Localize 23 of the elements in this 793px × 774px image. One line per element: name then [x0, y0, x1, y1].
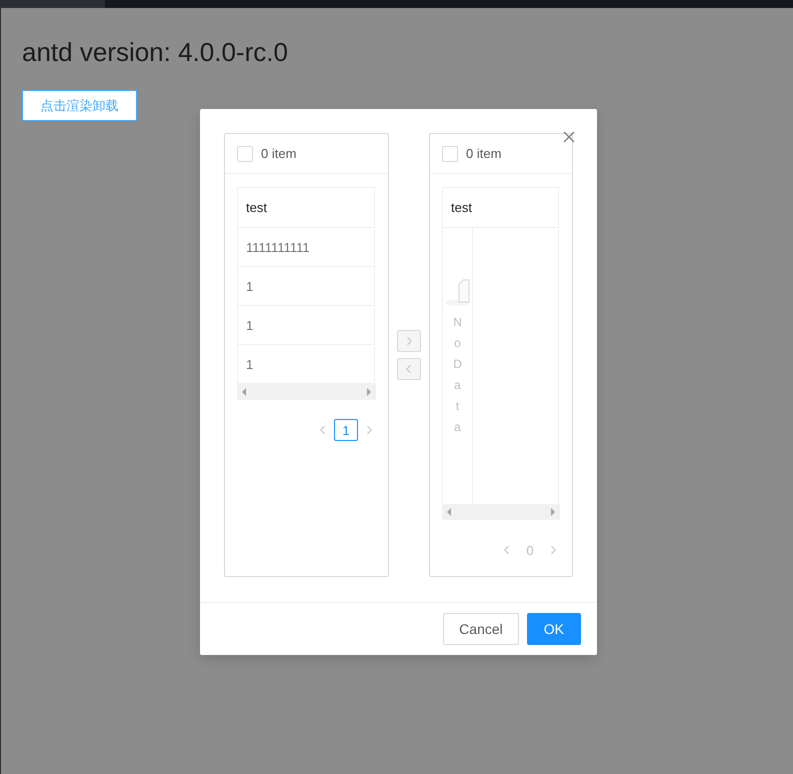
next-page-icon — [550, 545, 556, 555]
ok-button[interactable]: OK — [526, 613, 581, 645]
empty-text: No Data — [453, 314, 462, 436]
scrollbar[interactable] — [442, 504, 560, 520]
chevron-icon — [406, 336, 412, 346]
item-count: 0 item — [466, 146, 502, 161]
table-cell: 1111111111 — [238, 228, 374, 267]
page-item[interactable]: 1 — [334, 419, 358, 441]
chevron-icon — [406, 364, 412, 374]
next-page-icon — [366, 425, 372, 435]
prev-page-icon — [504, 545, 510, 555]
version-heading: antd version: 4.0.0-rc.0 — [22, 37, 289, 68]
table-cell: 1 — [238, 306, 374, 345]
empty-box-icon — [443, 278, 472, 308]
close-icon[interactable] — [563, 131, 575, 143]
item-count: 0 item — [261, 146, 296, 161]
checkbox[interactable] — [442, 146, 458, 162]
checkbox[interactable] — [237, 146, 253, 162]
prev-page-icon — [320, 425, 326, 435]
table-cell: 1 — [238, 267, 374, 306]
render-button[interactable]: 点击渲染卸载 — [22, 90, 137, 121]
scrollbar[interactable] — [237, 384, 376, 400]
cancel-button[interactable]: Cancel — [443, 613, 519, 645]
